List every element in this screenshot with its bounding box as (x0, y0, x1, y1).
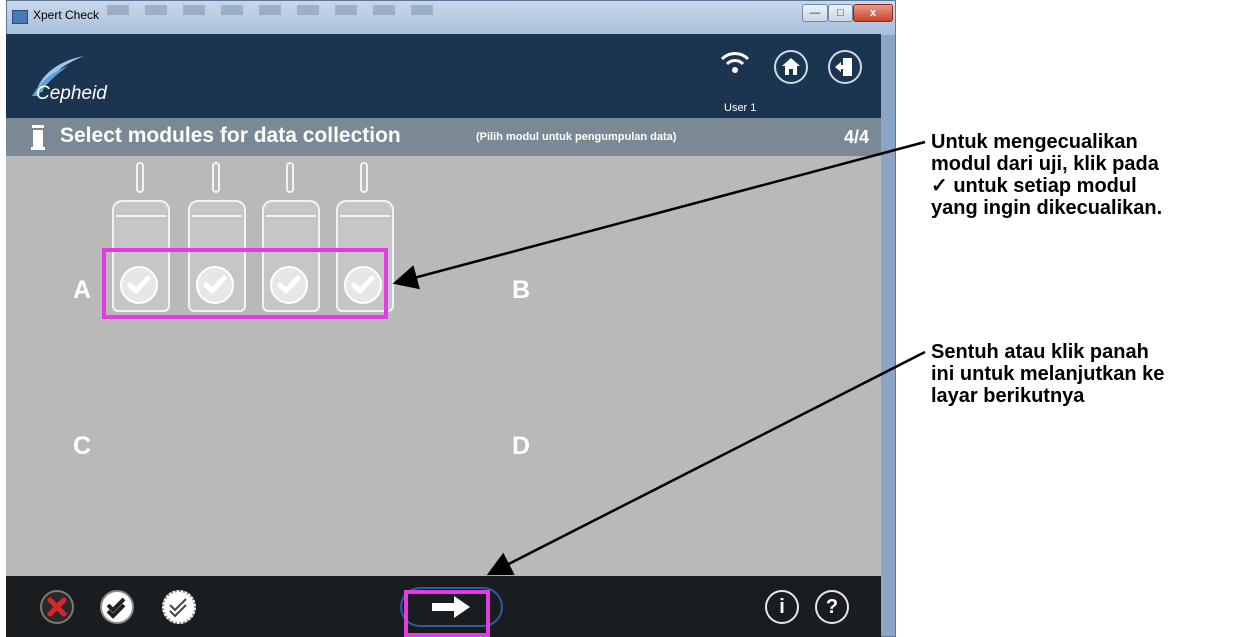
minimize-button[interactable]: — (802, 4, 828, 22)
window-titlebar: Xpert Check — □ x (7, 1, 895, 35)
callout-next-screen: Sentuh atau klik panah ini untuk melanju… (931, 341, 1165, 407)
quadrant-d-label: D (512, 432, 531, 460)
select-all-button[interactable] (100, 590, 134, 624)
deselect-all-icon (169, 598, 187, 618)
module-icon (31, 125, 45, 150)
module-slot (136, 162, 144, 193)
select-all-icon (106, 597, 126, 619)
callout-exclude-modules: Untuk mengecualikan modul dari uji, klik… (931, 131, 1163, 219)
window-title: Xpert Check (33, 8, 100, 22)
logout-button[interactable] (828, 50, 862, 84)
module-slot (360, 162, 368, 193)
page-subtitle: (Pilih modul untuk pengumpulan data) (476, 131, 677, 143)
cancel-x-icon (47, 597, 67, 617)
app-icon (12, 10, 28, 24)
home-button[interactable] (774, 50, 808, 84)
next-button-highlight-box (404, 590, 490, 637)
logout-icon (835, 58, 852, 76)
module-slot (212, 162, 220, 193)
maximize-button[interactable]: □ (828, 4, 853, 22)
page-title: Select modules for data collection (60, 124, 401, 147)
step-title-bar: Select modules for data collection (Pili… (6, 118, 881, 156)
home-icon (782, 58, 800, 75)
module-slot (286, 162, 294, 193)
quadrant-a-label: A (73, 276, 92, 304)
deselect-all-button[interactable] (162, 590, 196, 624)
step-counter: 4/4 (844, 127, 870, 147)
app-header: Cepheid User 1 (6, 34, 881, 118)
module-selection-area: A B C D (6, 156, 881, 576)
wifi-icon (720, 52, 750, 73)
close-window-button[interactable]: x (853, 4, 893, 22)
info-button[interactable]: i (765, 590, 799, 624)
menu-bar-ghost (107, 5, 437, 15)
help-button[interactable]: ? (815, 590, 849, 624)
brand-name: Cepheid (36, 83, 107, 104)
current-user: User 1 (724, 102, 757, 114)
quadrant-b-label: B (512, 276, 531, 304)
quadrant-c-label: C (73, 432, 92, 460)
cancel-button[interactable] (40, 590, 74, 624)
modules-highlight-box (102, 248, 388, 319)
